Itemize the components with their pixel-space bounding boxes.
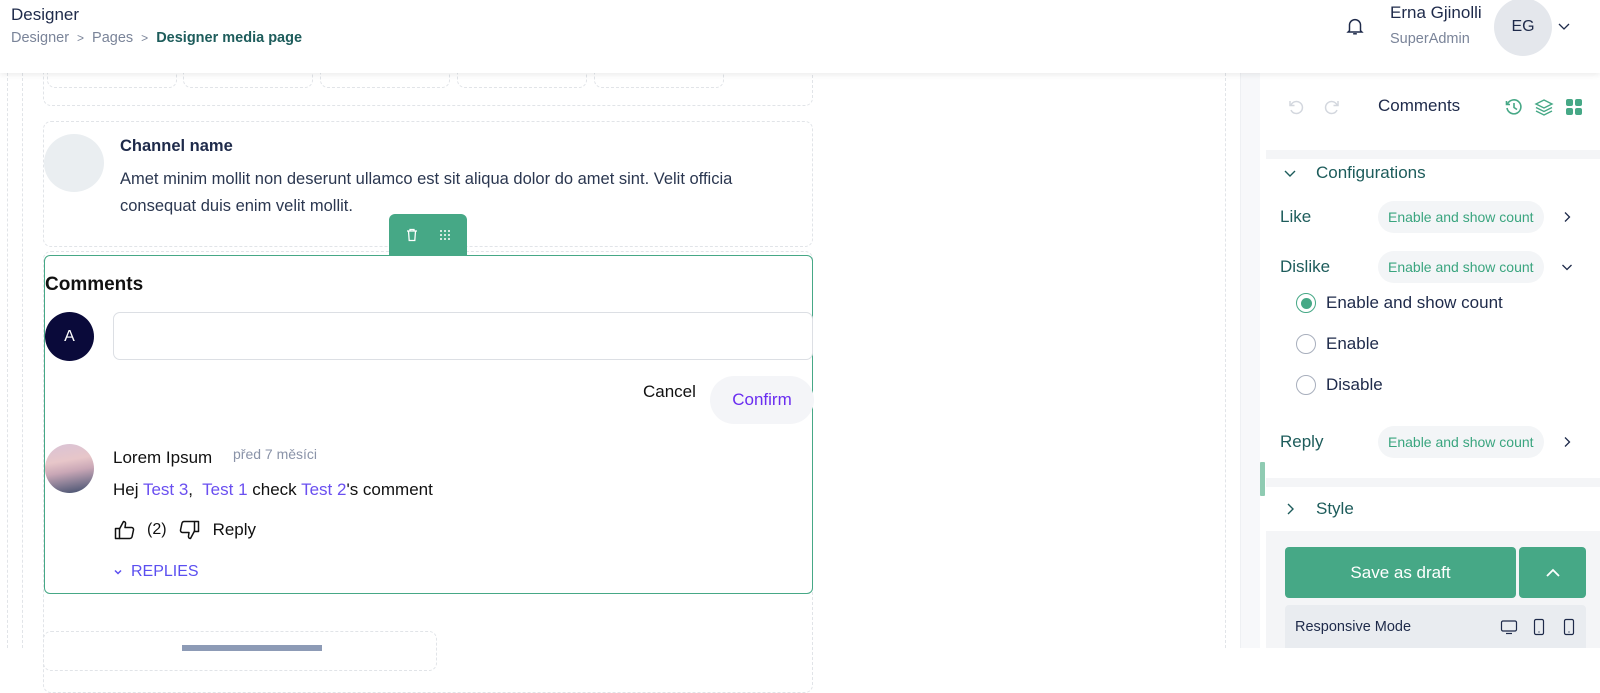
configurations-label: Configurations xyxy=(1316,163,1426,182)
panel-header: Comments xyxy=(1266,73,1600,150)
image-placeholder-bar xyxy=(182,645,322,651)
responsive-mode-bar: Responsive Mode xyxy=(1285,605,1586,648)
breadcrumb-current: Designer media page xyxy=(156,30,303,46)
comment-text-part: , xyxy=(188,480,203,499)
desktop-icon[interactable] xyxy=(1500,618,1518,636)
save-as-draft-button[interactable]: Save as draft xyxy=(1285,547,1516,598)
channel-avatar xyxy=(44,134,104,192)
panel-divider xyxy=(1266,478,1600,487)
save-options-button[interactable] xyxy=(1519,547,1586,598)
config-row-reply[interactable]: Reply Enable and show count xyxy=(1280,426,1590,458)
style-label: Style xyxy=(1316,499,1354,518)
breadcrumb-pages[interactable]: Pages xyxy=(92,30,133,46)
channel-description: Amet minim mollit non deserunt ullamco e… xyxy=(120,170,733,215)
comments-title: Comments xyxy=(45,274,144,295)
panel-footer: Save as draft Responsive Mode xyxy=(1266,531,1600,648)
radio-label: Disable xyxy=(1326,375,1383,394)
radio-option[interactable]: Enable xyxy=(1296,334,1379,354)
grid-icon[interactable] xyxy=(1564,97,1584,117)
cancel-button[interactable]: Cancel xyxy=(643,382,696,402)
mention-link[interactable]: Test 2 xyxy=(301,480,346,499)
mention-link[interactable]: Test 1 xyxy=(202,480,247,499)
confirm-button[interactable]: Confirm xyxy=(710,376,814,424)
panel-gutter xyxy=(1240,73,1260,648)
comment-text: Hej Test 3, Test 1 check Test 2's commen… xyxy=(113,480,433,500)
comment-author-avatar xyxy=(45,444,94,493)
breadcrumb: Designer > Pages > Designer media page xyxy=(11,30,302,46)
tablet-icon[interactable] xyxy=(1530,618,1548,636)
radio-button[interactable] xyxy=(1296,334,1316,354)
radio-label: Enable xyxy=(1326,334,1379,353)
chevron-down-icon[interactable] xyxy=(1560,260,1574,274)
chevron-right-icon: > xyxy=(141,31,149,45)
thumbs-up-icon[interactable] xyxy=(113,518,137,542)
comment-author: Lorem Ipsum xyxy=(113,448,213,467)
top-header: Designer Designer > Pages > Designer med… xyxy=(0,0,1600,73)
channel-name: Channel name xyxy=(120,137,233,155)
replies-label: REPLIES xyxy=(131,563,199,580)
user-name: Erna Gjinolli xyxy=(1390,3,1482,22)
comment-text-part: Hej xyxy=(113,480,143,499)
radio-option[interactable]: Disable xyxy=(1296,375,1383,395)
configurations-section-toggle[interactable]: Configurations xyxy=(1266,151,1600,195)
chevron-right-icon xyxy=(1287,503,1294,515)
layers-icon[interactable] xyxy=(1534,97,1554,117)
guide-line xyxy=(7,73,8,648)
style-section-toggle[interactable]: Style xyxy=(1266,487,1600,531)
mobile-icon[interactable] xyxy=(1560,618,1578,636)
config-value-pill[interactable]: Enable and show count xyxy=(1378,426,1544,458)
config-label: Like xyxy=(1280,207,1312,226)
guide-line xyxy=(1225,73,1226,648)
app-title: Designer xyxy=(11,5,80,24)
chevron-up-icon xyxy=(1545,568,1560,577)
widget-toolbar xyxy=(389,214,467,256)
trash-icon[interactable] xyxy=(404,227,420,243)
user-avatar[interactable]: EG xyxy=(1494,0,1552,56)
config-row-dislike[interactable]: Dislike Enable and show count xyxy=(1280,251,1590,283)
config-label: Dislike xyxy=(1280,257,1331,276)
undo-icon[interactable] xyxy=(1286,97,1306,117)
comment-input[interactable] xyxy=(113,312,813,360)
config-value-pill[interactable]: Enable and show count xyxy=(1378,201,1544,233)
current-user-avatar: A xyxy=(45,312,94,361)
comment-actions: (2) Reply xyxy=(113,518,256,542)
scrollbar-thumb[interactable] xyxy=(1260,462,1265,496)
radio-button-selected[interactable] xyxy=(1296,293,1316,313)
chevron-down-icon xyxy=(114,569,122,575)
radio-button[interactable] xyxy=(1296,375,1316,395)
comment-text-part: check xyxy=(247,480,302,499)
thumbs-down-icon[interactable] xyxy=(177,518,201,542)
chevron-right-icon: > xyxy=(77,31,85,45)
breadcrumb-designer[interactable]: Designer xyxy=(11,30,69,46)
config-row-like[interactable]: Like Enable and show count xyxy=(1280,201,1590,233)
chevron-down-icon xyxy=(1284,170,1296,177)
replies-toggle[interactable]: REPLIES xyxy=(113,563,199,581)
responsive-mode-label: Responsive Mode xyxy=(1295,619,1412,635)
radio-label: Enable and show count xyxy=(1326,293,1503,312)
placeholder-box xyxy=(43,631,437,671)
properties-panel: Comments Configurations Like Enable and … xyxy=(1266,73,1600,648)
like-count: (2) xyxy=(147,521,167,538)
radio-option[interactable]: Enable and show count xyxy=(1296,293,1503,313)
drag-handle-icon[interactable] xyxy=(437,227,453,243)
panel-title: Comments xyxy=(1378,96,1461,115)
reply-button[interactable]: Reply xyxy=(213,520,256,540)
history-icon[interactable] xyxy=(1504,97,1524,117)
comment-text-part: 's comment xyxy=(346,480,433,499)
redo-icon[interactable] xyxy=(1322,97,1342,117)
chevron-right-icon[interactable] xyxy=(1560,435,1574,449)
user-role: SuperAdmin xyxy=(1390,31,1470,47)
bell-icon[interactable] xyxy=(1344,15,1366,37)
comment-timestamp: před 7 měsíci xyxy=(233,446,318,462)
config-label: Reply xyxy=(1280,432,1324,451)
responsive-mode-icons xyxy=(1500,618,1578,636)
comments-widget[interactable]: Comments A Cancel Confirm Lorem Ipsum př… xyxy=(44,255,814,594)
chevron-right-icon[interactable] xyxy=(1560,210,1574,224)
mention-link[interactable]: Test 3 xyxy=(143,480,188,499)
config-value-pill[interactable]: Enable and show count xyxy=(1378,251,1544,283)
guide-line xyxy=(22,73,23,648)
chevron-down-icon[interactable] xyxy=(1556,18,1572,34)
